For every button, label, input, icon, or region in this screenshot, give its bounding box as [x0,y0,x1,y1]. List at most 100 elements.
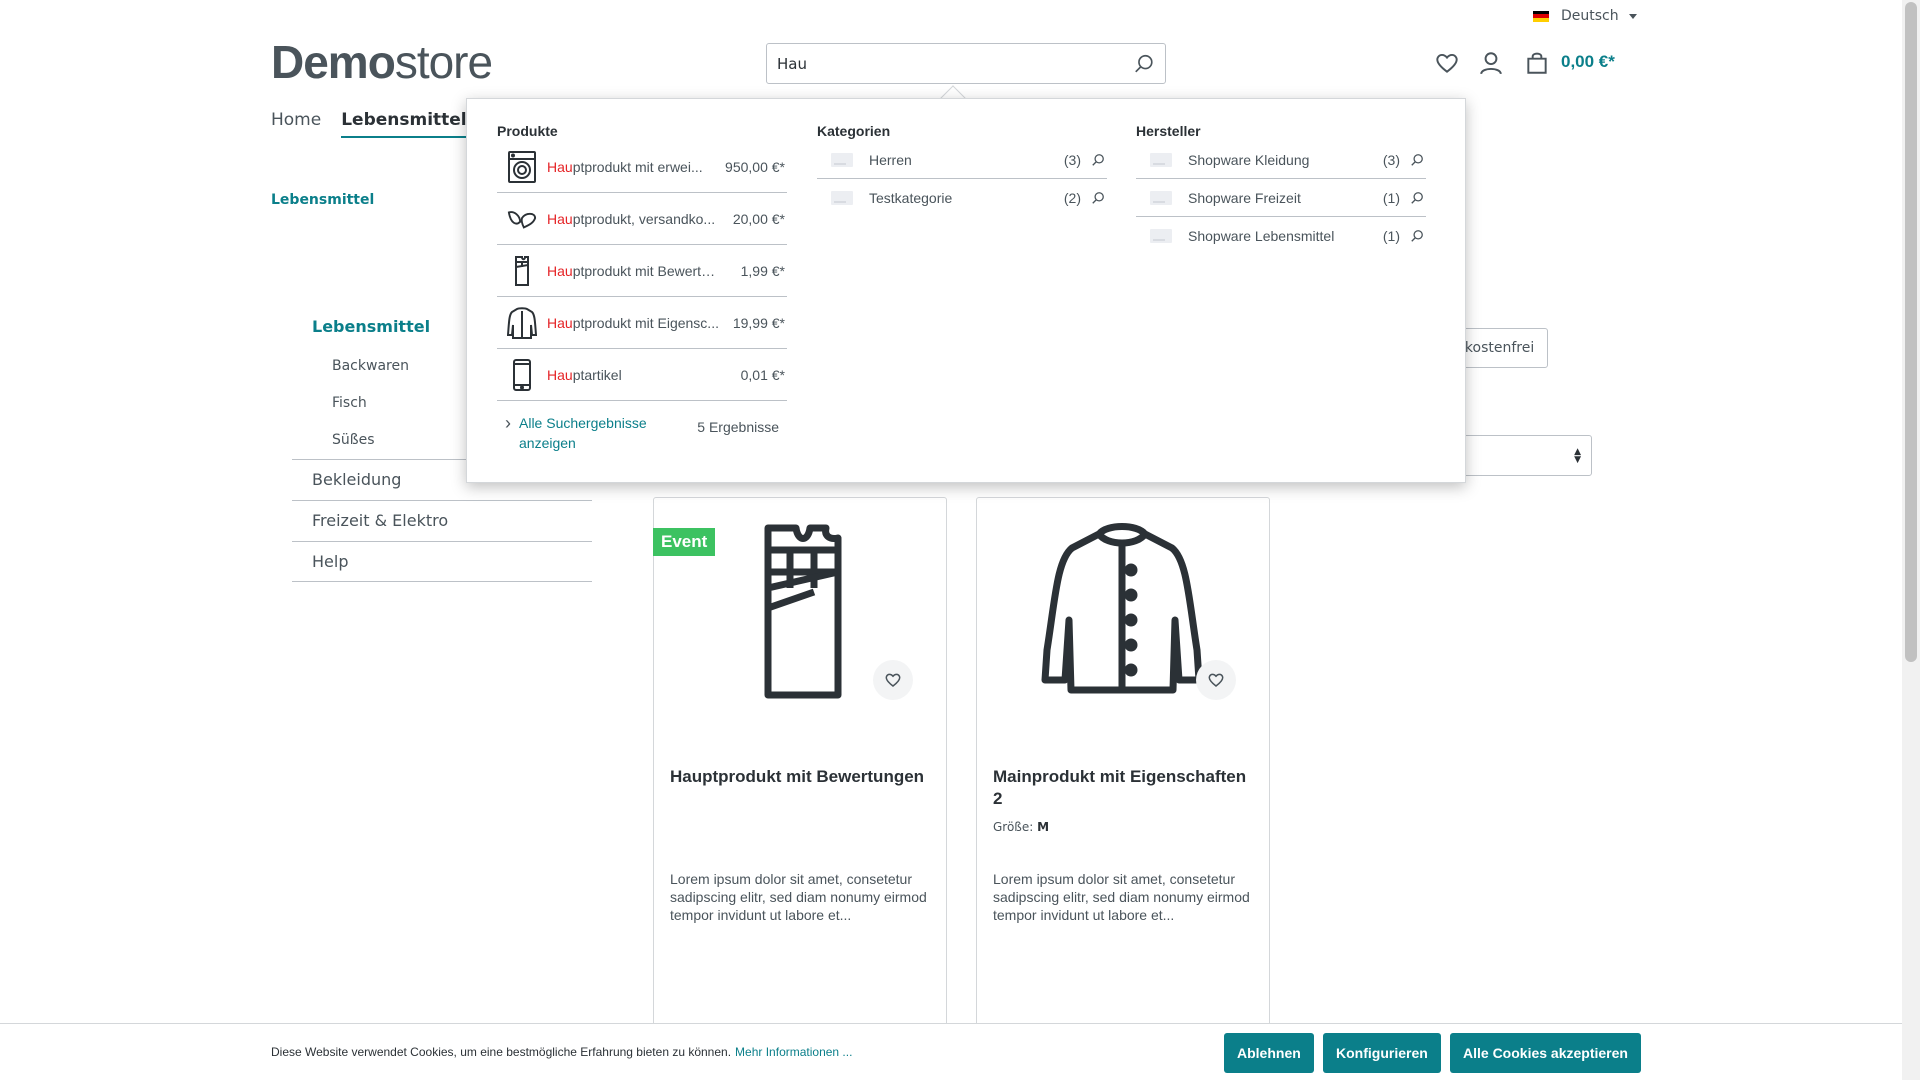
result-count: 5 Ergebnisse [697,419,779,435]
suggest-manufacturer-row[interactable]: Shopware Freizeit (1) [1136,179,1426,217]
washing-machine-icon [507,150,537,184]
products-heading: Produkte [497,123,558,139]
heart-icon [885,673,901,687]
suggest-product-price: 0,01 €* [740,366,785,383]
search-icon [1092,153,1104,166]
manufacturers-heading: Hersteller [1136,123,1201,139]
categories-heading: Kategorien [817,123,891,139]
page-scrollbar[interactable] [1902,0,1920,1080]
suggest-products-column: Produkte Hauptprodukt mit erwei... 950,0… [497,123,787,453]
account-icon[interactable] [1478,50,1504,76]
suggest-product-price: 950,00 €* [725,158,785,175]
manufacturer-count: (1) [1382,228,1400,244]
category-name: Herren [869,151,912,168]
search-suggest-dropdown: Produkte Hauptprodukt mit erwei... 950,0… [466,98,1466,483]
manufacturer-count: (3) [1382,151,1400,168]
product-description: Lorem ipsum dolor sit amet, consetetur s… [670,871,927,923]
jacket-image [1041,523,1203,694]
suggest-category-row[interactable]: Testkategorie (2) [817,179,1107,217]
heart-icon [1208,673,1224,687]
manufacturer-count: (1) [1382,189,1400,206]
chocolate-bar-image [764,524,842,699]
cookie-decline-button[interactable]: Ablehnen [1224,1033,1314,1073]
product-title[interactable]: Hauptprodukt mit Bewertungen [670,766,932,788]
all-results-label: Alle Suchergebnisse anzeigen [519,415,647,451]
sidebar-item-help[interactable]: Help [292,541,592,582]
german-flag-icon [1533,10,1549,22]
search-input[interactable] [767,44,1107,83]
placeholder-image-icon [831,152,853,167]
cookie-more-info-link[interactable]: Mehr Informationen ... [735,1045,852,1059]
suggest-product-name: Hauptprodukt, versandko... [547,210,716,227]
suggest-footer: › Alle Suchergebnisse anzeigen 5 Ergebni… [497,401,787,453]
product-card[interactable]: Event Hauptprodukt mit Bewertungen Lorem… [653,497,947,1037]
scrollbar-thumb[interactable] [1905,2,1917,662]
placeholder-image-icon [1150,152,1172,167]
sidebar-subitem[interactable]: Fisch [332,395,367,411]
breadcrumb[interactable]: Lebensmittel [271,192,374,208]
manufacturer-name: Shopware Kleidung [1188,151,1310,168]
placeholder-image-icon [1150,229,1172,243]
product-card[interactable]: Mainprodukt mit Eigenschaften 2 Größe: M… [976,497,1270,1037]
placeholder-image-icon [1150,190,1172,205]
cookie-text: Diese Website verwendet Cookies, um eine… [271,1045,853,1059]
language-label: Deutsch [1561,8,1619,24]
suggest-product-row[interactable]: Hauptprodukt mit Bewertu... 1,99 €* [497,245,787,297]
jacket-icon [507,306,537,340]
event-badge: Event [653,528,716,556]
suggest-product-row[interactable]: Hauptprodukt, versandko... 20,00 €* [497,193,787,245]
manufacturer-name: Shopware Lebensmittel [1188,228,1335,244]
smartphone-icon [507,358,537,392]
product-description: Lorem ipsum dolor sit amet, consetetur s… [993,871,1250,923]
cookie-bar: Diese Website verwendet Cookies, um eine… [0,1023,1902,1080]
variant-label: Größe: [993,820,1034,834]
manufacturer-name: Shopware Freizeit [1188,189,1301,206]
sidebar-subitem[interactable]: Backwaren [332,358,409,374]
suggest-product-name: Hauptartikel [547,366,622,383]
suggest-product-name: Hauptprodukt mit erwei... [547,158,703,175]
suggest-manufacturer-row[interactable]: Shopware Lebensmittel (1) [1136,217,1426,255]
suggest-product-row[interactable]: Hauptprodukt mit Eigensc... 19,99 €* [497,297,787,349]
nav-item-lebensmittel[interactable]: Lebensmittel [341,110,467,138]
wishlist-button[interactable] [1196,660,1236,700]
suggest-product-name: Hauptprodukt mit Bewertu... [547,262,719,279]
sidebar-item-freizeit[interactable]: Freizeit & Elektro [292,500,592,541]
suggest-categories-column: Kategorien Herren (3) Testkategorie (2) [817,123,1107,217]
suggest-manufacturers-column: Hersteller Shopware Kleidung (3) Shopwar… [1136,123,1426,255]
cookie-configure-button[interactable]: Konfigurieren [1323,1033,1441,1073]
cookie-accept-all-button[interactable]: Alle Cookies akzeptieren [1450,1033,1641,1073]
category-count: (2) [1063,190,1081,206]
search-icon[interactable] [1133,53,1155,75]
sidebar-subitem[interactable]: Süßes [332,432,375,448]
product-title[interactable]: Mainprodukt mit Eigenschaften 2 [993,766,1255,810]
category-name: Testkategorie [869,190,953,206]
all-results-link[interactable]: › Alle Suchergebnisse anzeigen [505,413,665,453]
wishlist-button[interactable] [873,660,913,700]
suggest-product-price: 19,99 €* [732,314,785,331]
search-icon [1411,230,1423,242]
chevron-right-icon: › [505,413,511,433]
suggest-category-row[interactable]: Herren (3) [817,141,1107,179]
cart-bag-icon[interactable] [1524,50,1550,76]
store-logo[interactable]: Demostore [271,35,493,89]
wishlist-heart-icon[interactable] [1434,50,1460,76]
caret-down-icon [1628,13,1637,19]
search-box [766,43,1166,84]
nav-item-home[interactable]: Home [271,110,321,138]
suggest-product-row[interactable]: Hauptartikel 0,01 €* [497,349,787,401]
product-variant: Größe: M [993,820,1049,834]
placeholder-image-icon [831,191,853,205]
cart-total[interactable]: 0,00 €* [1561,52,1615,72]
sort-arrows-icon: ▲ ▼ [1574,447,1581,465]
suggest-product-price: 20,00 €* [732,210,785,227]
variant-value: M [1037,820,1050,834]
search-icon [1411,191,1423,204]
language-switcher[interactable]: Deutsch [1533,8,1637,24]
search-icon [1092,192,1104,204]
candy-icon [507,202,537,236]
chocolate-icon [507,254,537,288]
suggest-manufacturer-row[interactable]: Shopware Kleidung (3) [1136,141,1426,179]
sidebar-item-active[interactable]: Lebensmittel [312,317,430,336]
suggest-product-row[interactable]: Hauptprodukt mit erwei... 950,00 €* [497,141,787,193]
main-navigation: Home Lebensmittel [271,110,467,138]
